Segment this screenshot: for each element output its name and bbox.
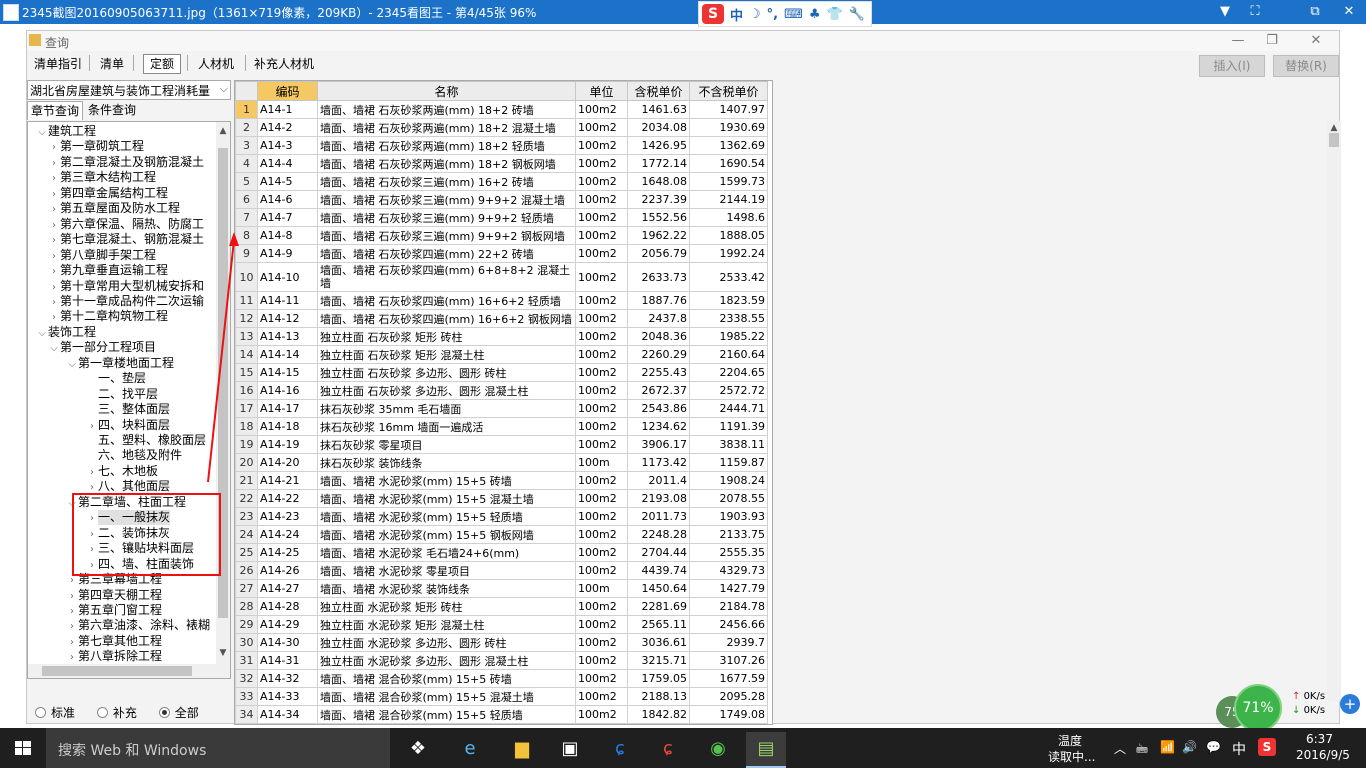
download-speed-value: 0K/s (1303, 705, 1326, 716)
sogou-ime-icon[interactable]: S (702, 4, 724, 24)
upload-speed: ↑ 0K/s (1292, 690, 1325, 704)
ime-chinese-mode[interactable]: 中 (730, 5, 743, 24)
notification-icon[interactable]: 💬 (1206, 740, 1221, 754)
sogou-tray-icon[interactable]: S (1258, 738, 1276, 756)
clock-time[interactable]: 6:37 (1306, 732, 1333, 746)
wifi-icon[interactable]: 📶 (1160, 740, 1175, 754)
show-hidden-icons-icon[interactable]: ︿ (1114, 740, 1126, 757)
arrow-line (207, 239, 235, 483)
input-language[interactable]: 中 (1232, 739, 1246, 759)
plus-icon[interactable]: + (1340, 694, 1360, 714)
network-speed: ↑ 0K/s ↓ 0K/s (1292, 690, 1325, 718)
taskbar: 搜索 Web 和 Windows ❖ e ▆ ▣ ɕ ɕ ◉ ▤ 温度 读取中.… (0, 728, 1366, 768)
edge-browser-icon[interactable]: e (450, 732, 490, 766)
search-placeholder: 搜索 Web 和 Windows (58, 743, 207, 759)
upload-speed-value: 0K/s (1303, 691, 1326, 702)
upload-arrow-icon: ↑ (1292, 691, 1304, 702)
annotation-arrow (207, 232, 239, 483)
download-speed: ↓ 0K/s (1292, 704, 1325, 718)
keyboard-icon[interactable]: 🖮 (1136, 740, 1148, 761)
volume-icon[interactable]: 🔊 (1182, 740, 1197, 754)
clock-date[interactable]: 2016/9/5 (1296, 748, 1350, 762)
browser-icon[interactable]: ɕ (600, 732, 640, 766)
ime-skin-icon[interactable]: 👕 (827, 7, 843, 22)
download-arrow-icon: ↓ (1292, 705, 1304, 716)
system-monitor-widget[interactable]: 75 71% (1216, 684, 1286, 732)
ime-toolbar[interactable]: S 中 ☽ °, ⌨ ♣ 👕 🔧 (698, 1, 872, 27)
ime-punctuation-icon[interactable]: °, (767, 7, 778, 22)
security-app-icon[interactable]: ◉ (698, 732, 738, 766)
browser2-icon[interactable]: ɕ (648, 732, 688, 766)
arrow-head-icon (229, 232, 239, 246)
taskbar-search[interactable]: 搜索 Web 和 Windows (46, 728, 390, 768)
ime-user-icon[interactable]: ♣ (809, 7, 821, 22)
ime-halfwidth-icon[interactable]: ☽ (749, 7, 761, 22)
windows-logo-icon (15, 741, 31, 755)
active-app-icon[interactable]: ▤ (746, 732, 786, 768)
memory-usage-gauge[interactable]: 71% (1234, 684, 1282, 732)
store-icon[interactable]: ▣ (550, 732, 590, 766)
temperature-label: 温度 (1058, 734, 1083, 748)
task-view-icon[interactable]: ❖ (398, 732, 438, 766)
ime-tools-icon[interactable]: 🔧 (849, 7, 865, 22)
ime-keyboard-icon[interactable]: ⌨ (784, 7, 803, 22)
temperature-status: 读取中... (1048, 750, 1096, 764)
start-button[interactable] (0, 728, 46, 768)
file-explorer-icon[interactable]: ▆ (502, 732, 542, 766)
